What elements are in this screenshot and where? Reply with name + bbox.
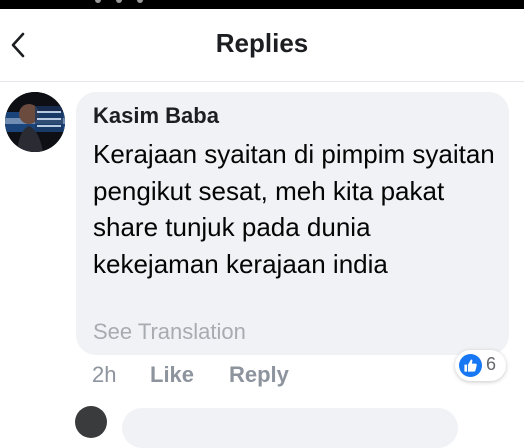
- like-button[interactable]: Like: [150, 362, 194, 388]
- status-bar: [0, 0, 524, 9]
- avatar[interactable]: [5, 92, 65, 152]
- see-translation-link[interactable]: See Translation: [93, 319, 246, 345]
- reaction-count: 6: [486, 354, 497, 374]
- thumbs-up-icon: [459, 354, 482, 377]
- comment-timestamp: 2h: [92, 362, 117, 387]
- page-title: Replies: [215, 28, 309, 58]
- reply-button[interactable]: Reply: [229, 362, 289, 388]
- comment-bubble[interactable]: Kasim Baba Kerajaan syaitan di pimpim sy…: [76, 92, 509, 355]
- comment-text: Kerajaan syaitan di pimpim syaitan pengi…: [93, 139, 495, 279]
- status-icon: [95, 0, 101, 3]
- comment-author[interactable]: Kasim Baba: [93, 103, 219, 129]
- status-icon: [137, 0, 143, 3]
- reaction-summary[interactable]: 6: [455, 350, 506, 381]
- avatar[interactable]: [75, 406, 107, 438]
- reply-bubble[interactable]: [122, 408, 458, 448]
- status-icon: [116, 0, 122, 3]
- header: Replies: [0, 9, 524, 82]
